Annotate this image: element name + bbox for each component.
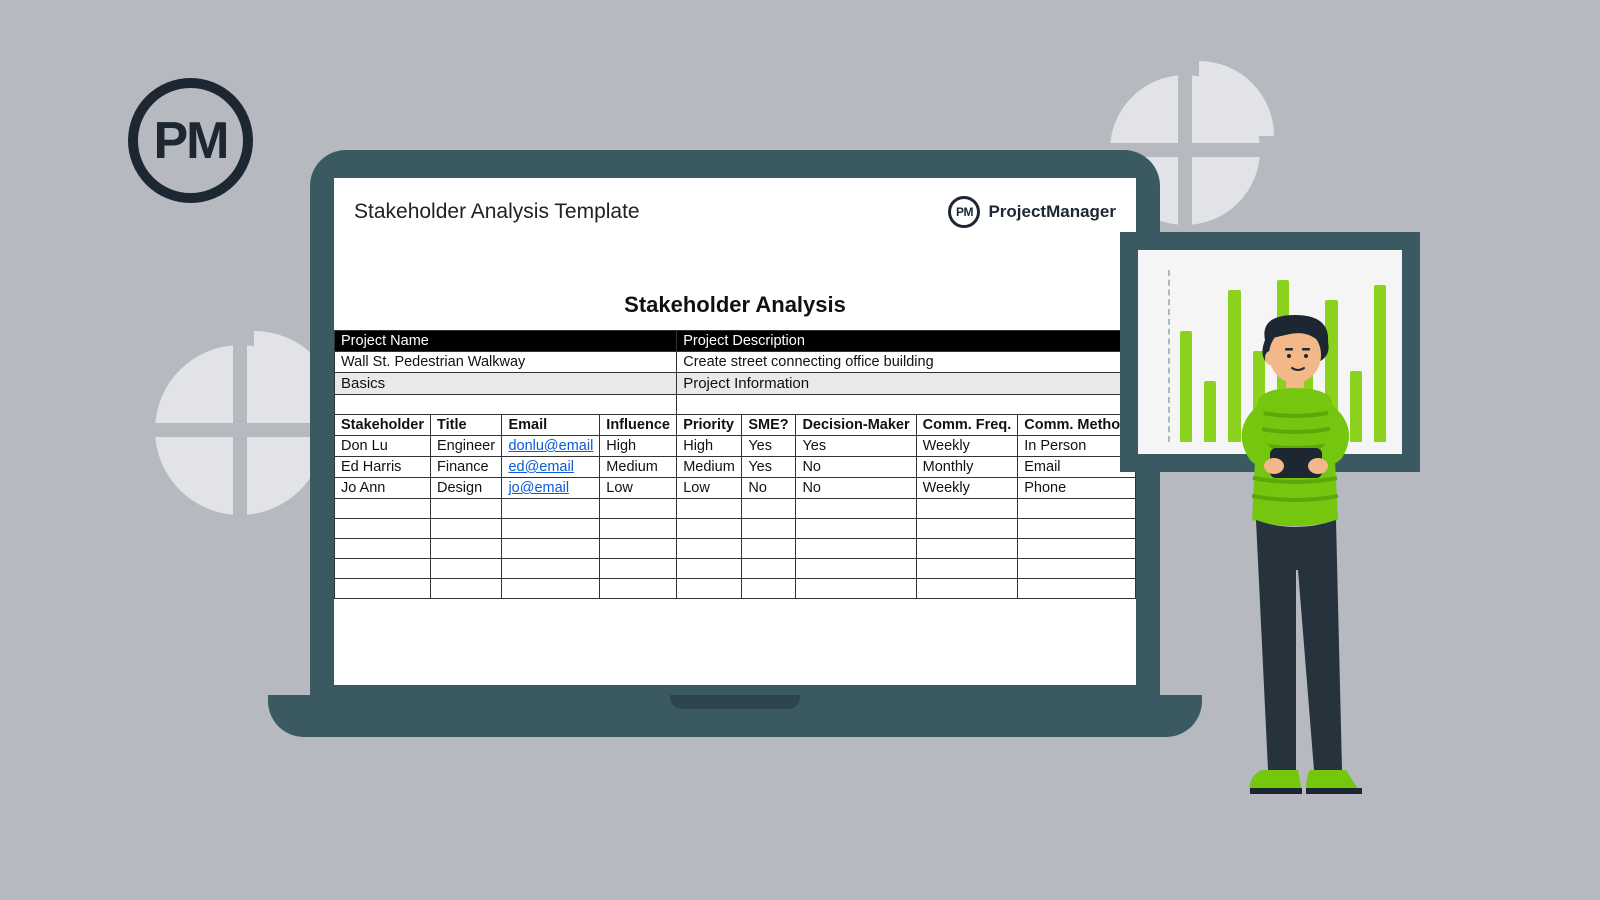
table-row: Ed Harris Finance ed@email Medium Medium… <box>335 457 1136 478</box>
col-sme: SME? <box>742 415 796 436</box>
stakeholder-table: Project Name Project Description Wall St… <box>334 330 1136 599</box>
table-row-empty <box>335 499 1136 519</box>
email-link[interactable]: donlu@email <box>508 438 593 454</box>
table-row-empty <box>335 559 1136 579</box>
board-bar <box>1374 285 1386 442</box>
project-values-row: Wall St. Pedestrian Walkway Create stree… <box>335 352 1136 373</box>
person-illustration <box>1210 310 1370 810</box>
group-header-row: Basics Project Information <box>335 373 1136 395</box>
brand-name: ProjectManager <box>988 202 1116 222</box>
col-email: Email <box>502 415 600 436</box>
spacer-row <box>335 395 1136 415</box>
table-row-empty <box>335 579 1136 599</box>
project-description-header: Project Description <box>677 331 1136 352</box>
email-link[interactable]: ed@email <box>508 459 574 475</box>
project-name-value: Wall St. Pedestrian Walkway <box>335 352 677 373</box>
laptop-bezel: Stakeholder Analysis Template PM Project… <box>310 150 1160 695</box>
laptop-illustration: Stakeholder Analysis Template PM Project… <box>310 150 1160 737</box>
pm-logo-badge: PM <box>128 78 253 203</box>
col-title: Title <box>431 415 502 436</box>
table-row: Jo Ann Design jo@email Low Low No No Wee… <box>335 478 1136 499</box>
pm-icon: PM <box>948 196 980 228</box>
pm-logo-text: PM <box>154 111 228 171</box>
projectmanager-brand: PM ProjectManager <box>948 196 1116 228</box>
table-row-empty <box>335 519 1136 539</box>
table-row-empty <box>335 539 1136 559</box>
document-heading: Stakeholder Analysis <box>334 252 1136 330</box>
group-basics: Basics <box>335 373 677 395</box>
group-project-info: Project Information <box>677 373 1136 395</box>
table-row: Don Lu Engineer donlu@email High High Ye… <box>335 436 1136 457</box>
project-header-row: Project Name Project Description <box>335 331 1136 352</box>
col-decision: Decision-Maker <box>796 415 916 436</box>
project-description-value: Create street connecting office building <box>677 352 1136 373</box>
project-name-header: Project Name <box>335 331 677 352</box>
template-title: Stakeholder Analysis Template <box>354 200 640 224</box>
pie-decoration-left <box>155 345 325 515</box>
col-freq: Comm. Freq. <box>916 415 1018 436</box>
laptop-base <box>268 695 1202 737</box>
column-header-row: Stakeholder Title Email Influence Priori… <box>335 415 1136 436</box>
col-priority: Priority <box>677 415 742 436</box>
email-link[interactable]: jo@email <box>508 480 569 496</box>
col-method: Comm. Method <box>1018 415 1136 436</box>
document-screen: Stakeholder Analysis Template PM Project… <box>334 178 1136 685</box>
col-influence: Influence <box>600 415 677 436</box>
col-stakeholder: Stakeholder <box>335 415 431 436</box>
laptop-notch <box>670 695 800 709</box>
board-bar <box>1180 331 1192 442</box>
